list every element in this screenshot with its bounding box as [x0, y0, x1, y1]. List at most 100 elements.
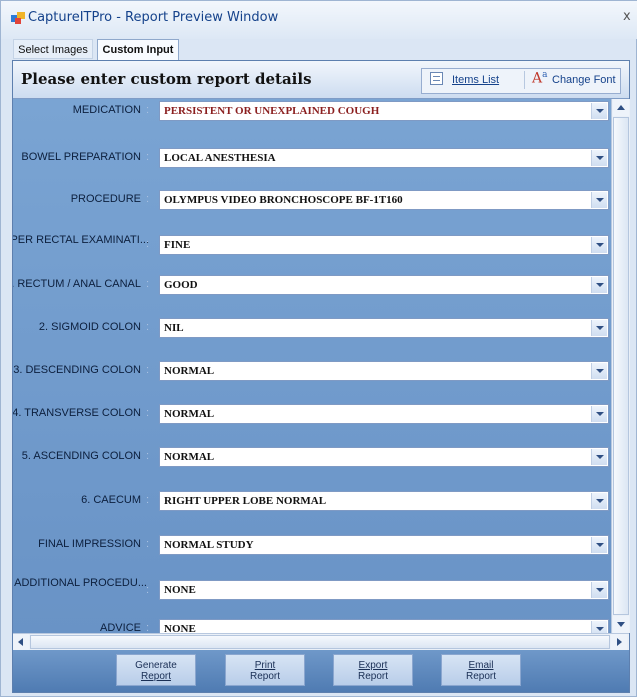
per-rectal-select[interactable]: FINE [159, 235, 609, 255]
colon-separator: : [146, 622, 150, 633]
button-label-line: Report [465, 671, 496, 682]
change-font-button[interactable]: Change Font [552, 71, 616, 89]
colon-separator: : [146, 104, 150, 116]
button-label-line: Report [140, 671, 171, 682]
medication-select[interactable]: PERSISTENT OR UNEXPLAINED COUGH [159, 101, 609, 121]
button-label-line: Report [249, 671, 280, 682]
button-label-line: Generate [135, 660, 177, 671]
scroll-down-icon[interactable] [613, 616, 629, 633]
field-row-per-rectal: PER RECTAL EXAMINATI... : FINE [13, 224, 611, 264]
field-label: 5. ASCENDING COLON [21, 450, 141, 462]
tab-select-images[interactable]: Select Images [13, 39, 93, 59]
colon-separator: : [146, 193, 150, 205]
chevron-down-icon[interactable] [591, 537, 607, 553]
field-label: PROCEDURE [70, 193, 141, 205]
chevron-down-icon[interactable] [591, 621, 607, 633]
field-value: FINE [164, 239, 191, 251]
chevron-down-icon[interactable] [591, 320, 607, 336]
descending-select[interactable]: NORMAL [159, 361, 609, 381]
colon-separator: : [146, 364, 150, 376]
colon-separator: : [146, 151, 150, 163]
horizontal-scroll-thumb[interactable] [30, 635, 610, 649]
items-list-button[interactable]: Items List [452, 71, 499, 89]
generate-report-button[interactable]: Generate Report [116, 654, 196, 686]
email-report-button[interactable]: Email Report [441, 654, 521, 686]
chevron-down-icon[interactable] [591, 150, 607, 166]
ascending-select[interactable]: NORMAL [159, 447, 609, 467]
field-value: NORMAL [164, 451, 215, 463]
export-report-button[interactable]: Export Report [333, 654, 413, 686]
scroll-up-icon[interactable] [613, 99, 629, 116]
additional-procedure-select[interactable]: NONE [159, 580, 609, 600]
window-title: CaptureITPro - Report Preview Window [28, 10, 279, 25]
chevron-down-icon[interactable] [591, 493, 607, 509]
title-bar: CaptureITPro - Report Preview Window x [1, 1, 637, 39]
colon-separator: : [146, 538, 150, 550]
advice-select[interactable]: NONE [159, 619, 609, 633]
colon-separator: : [146, 321, 150, 333]
custom-input-panel: Please enter custom report details Items… [12, 60, 630, 693]
field-row-additional-procedure: ADDITIONAL PROCEDU... : NONE [13, 567, 611, 607]
field-row-ascending: 5. ASCENDING COLON : NORMAL [13, 439, 611, 479]
bowel-preparation-select[interactable]: LOCAL ANESTHESIA [159, 148, 609, 168]
field-label: PER RECTAL EXAMINATI... [13, 234, 149, 246]
horizontal-scrollbar[interactable] [13, 633, 629, 650]
field-value: OLYMPUS VIDEO BRONCHOSCOPE BF-1T160 [164, 194, 403, 206]
procedure-select[interactable]: OLYMPUS VIDEO BRONCHOSCOPE BF-1T160 [159, 190, 609, 210]
fields-area: MEDICATION : PERSISTENT OR UNEXPLAINED C… [13, 99, 611, 633]
field-row-medication: MEDICATION : PERSISTENT OR UNEXPLAINED C… [13, 99, 611, 139]
chevron-down-icon[interactable] [591, 277, 607, 293]
chevron-down-icon[interactable] [591, 192, 607, 208]
field-label: ADVICE [100, 622, 141, 633]
field-row-sigmoid: 2. SIGMOID COLON : NIL [13, 310, 611, 350]
chevron-down-icon[interactable] [591, 406, 607, 422]
field-row-descending: 3. DESCENDING COLON : NORMAL [13, 353, 611, 393]
chevron-down-icon[interactable] [591, 582, 607, 598]
colon-separator: : [146, 278, 150, 290]
panel-header: Please enter custom report details Items… [13, 61, 629, 99]
field-value: GOOD [164, 279, 198, 291]
vertical-scrollbar[interactable] [611, 99, 630, 633]
toolbar-divider [524, 71, 525, 89]
chevron-down-icon[interactable] [591, 449, 607, 465]
field-row-rectum: 1. RECTUM / ANAL CANAL : GOOD [13, 267, 611, 307]
field-label: 3. DESCENDING COLON [13, 364, 141, 376]
field-label: BOWEL PREPARATION [21, 151, 141, 163]
field-row-transverse: 4. TRANSVERSE COLON : NORMAL [13, 396, 611, 436]
button-label-line: Export [358, 660, 388, 671]
field-row-bowel-preparation: BOWEL PREPARATION : LOCAL ANESTHESIA [13, 139, 611, 179]
button-label-line: Report [357, 671, 388, 682]
field-row-final-impression: FINAL IMPRESSION : NORMAL STUDY [13, 525, 611, 565]
caecum-select[interactable]: RIGHT UPPER LOBE NORMAL [159, 491, 609, 511]
transverse-select[interactable]: NORMAL [159, 404, 609, 424]
chevron-down-icon[interactable] [591, 363, 607, 379]
chevron-down-icon[interactable] [591, 237, 607, 253]
footer-toolbar: Generate Report Print Report Export Repo… [13, 650, 629, 692]
final-impression-select[interactable]: NORMAL STUDY [159, 535, 609, 555]
field-value: LOCAL ANESTHESIA [164, 152, 276, 164]
colon-separator: : [146, 494, 150, 506]
field-value: NONE [164, 584, 196, 596]
header-toolbar: Items List Aa Change Font [421, 68, 621, 94]
print-report-button[interactable]: Print Report [225, 654, 305, 686]
field-value: NORMAL STUDY [164, 539, 254, 551]
field-label: MEDICATION [72, 104, 141, 116]
field-value: NIL [164, 322, 184, 334]
field-row-caecum: 6. CAECUM : RIGHT UPPER LOBE NORMAL [13, 482, 611, 522]
report-preview-window: CaptureITPro - Report Preview Window x S… [0, 0, 637, 697]
close-icon[interactable]: x [623, 9, 631, 24]
field-value: NORMAL [164, 365, 215, 377]
sigmoid-select[interactable]: NIL [159, 318, 609, 338]
field-row-advice: ADVICE : NONE [13, 611, 611, 633]
field-label: ADDITIONAL PROCEDU... [14, 577, 147, 589]
vertical-scroll-thumb[interactable] [613, 117, 629, 615]
scroll-right-icon[interactable] [611, 634, 627, 650]
colon-separator: : [146, 407, 150, 419]
scroll-left-icon[interactable] [13, 634, 29, 650]
tab-custom-input[interactable]: Custom Input [97, 39, 179, 60]
field-label: 4. TRANSVERSE COLON [13, 407, 141, 419]
chevron-down-icon[interactable] [591, 103, 607, 119]
field-value: NORMAL [164, 408, 215, 420]
rectum-select[interactable]: GOOD [159, 275, 609, 295]
colon-separator: : [146, 584, 150, 596]
